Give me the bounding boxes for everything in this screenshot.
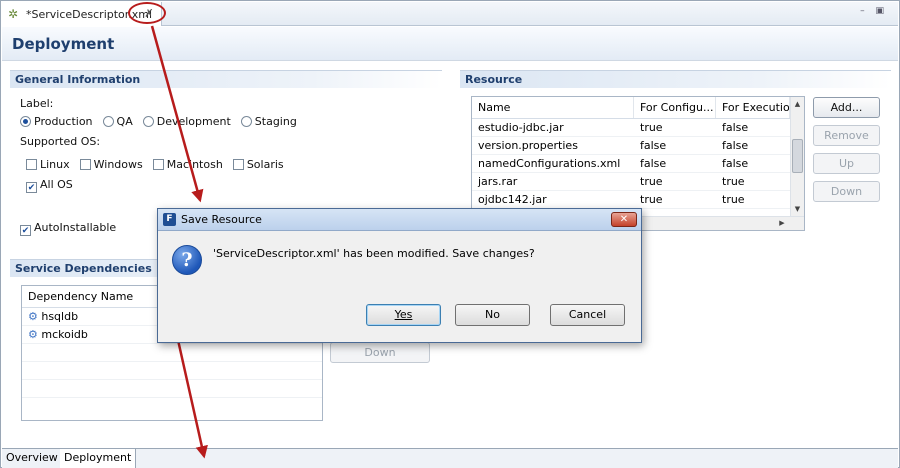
- service-icon: ⚙: [28, 310, 42, 323]
- radio-button[interactable]: [102, 116, 114, 127]
- resource-name-cell: namedConfigurations.xml: [478, 157, 621, 170]
- checkbox-linux[interactable]: Linux: [26, 158, 70, 171]
- scroll-right-arrow-icon[interactable]: ▶: [776, 217, 788, 231]
- dependency-cell: ⚙ mckoidb: [28, 328, 88, 341]
- resource-exec-cell: true: [722, 175, 745, 188]
- checkbox-windows[interactable]: Windows: [79, 158, 143, 171]
- remove-resource-button[interactable]: Remove: [813, 125, 880, 146]
- checkbox-solaris[interactable]: Solaris: [232, 158, 284, 171]
- resource-config-cell: true: [640, 121, 663, 134]
- plugin-file-icon: ✲: [8, 7, 19, 21]
- resource-config-cell: false: [640, 139, 667, 152]
- checkbox[interactable]: [232, 159, 244, 170]
- table-row[interactable]: [22, 380, 322, 398]
- resource-exec-cell: false: [722, 121, 749, 134]
- table-row[interactable]: estudio-jdbc.jar true false: [472, 119, 804, 137]
- save-resource-dialog: F Save Resource ✕ ? 'ServiceDescriptor.x…: [157, 208, 642, 343]
- cancel-button[interactable]: Cancel: [550, 304, 625, 326]
- page-title: Deployment: [12, 35, 115, 53]
- tab-overview[interactable]: Overview: [2, 449, 63, 468]
- vertical-scrollbar[interactable]: ▲ ▼: [790, 97, 804, 216]
- table-row[interactable]: jars.rar true true: [472, 173, 804, 191]
- resource-name-cell: estudio-jdbc.jar: [478, 121, 564, 134]
- resource-name-cell: version.properties: [478, 139, 578, 152]
- service-icon: ⚙: [28, 328, 42, 341]
- no-button[interactable]: No: [455, 304, 530, 326]
- label-radio-group: Production QA Development Staging: [20, 115, 307, 128]
- scroll-down-arrow-icon[interactable]: ▼: [791, 202, 804, 216]
- checkbox-autoinstallable[interactable]: ✔ AutoInstallable: [20, 221, 116, 236]
- radio-production[interactable]: Production: [20, 115, 93, 128]
- annotation-circle: [128, 2, 166, 24]
- radio-qa[interactable]: QA: [102, 115, 133, 128]
- radio-button[interactable]: [142, 116, 154, 127]
- resource-config-cell: true: [640, 193, 663, 206]
- column-for-configuration[interactable]: For Configu...: [634, 97, 716, 118]
- radio-development[interactable]: Development: [142, 115, 231, 128]
- dialog-title: Save Resource: [181, 213, 262, 226]
- os-checkbox-group: Linux Windows Macintosh Solaris: [26, 158, 294, 171]
- tab-deployment[interactable]: Deployment: [60, 449, 137, 468]
- table-row[interactable]: [22, 362, 322, 380]
- dialog-message: 'ServiceDescriptor.xml' has been modifie…: [213, 247, 535, 260]
- resource-name-cell: jars.rar: [478, 175, 518, 188]
- dialog-close-button[interactable]: ✕: [611, 212, 637, 227]
- checkbox[interactable]: [79, 159, 91, 170]
- dependency-down-button[interactable]: Down: [330, 342, 430, 363]
- checkbox[interactable]: [152, 159, 164, 170]
- supported-os-caption: Supported OS:: [20, 135, 101, 148]
- table-row[interactable]: version.properties false false: [472, 137, 804, 155]
- resource-name-cell: ojdbc142.jar: [478, 193, 547, 206]
- checkbox-checked[interactable]: ✔: [26, 182, 37, 193]
- radio-button[interactable]: [240, 116, 252, 127]
- question-icon: ?: [172, 245, 202, 275]
- yes-button[interactable]: Yes: [366, 304, 441, 326]
- yes-button-label: Yes: [394, 308, 413, 321]
- app-icon: F: [163, 213, 176, 226]
- up-resource-button[interactable]: Up: [813, 153, 880, 174]
- down-resource-button[interactable]: Down: [813, 181, 880, 202]
- scroll-thumb[interactable]: [792, 139, 803, 173]
- resource-exec-cell: false: [722, 139, 749, 152]
- checkbox[interactable]: [26, 159, 37, 170]
- form-page-tabs: Overview Deployment: [2, 448, 898, 468]
- checkbox-all-os[interactable]: ✔ All OS: [26, 178, 73, 193]
- resource-exec-cell: true: [722, 193, 745, 206]
- resource-config-cell: true: [640, 175, 663, 188]
- radio-staging[interactable]: Staging: [240, 115, 297, 128]
- window-controls[interactable]: – ▣: [860, 6, 888, 16]
- table-header: Name For Configu... For Execution: [472, 97, 804, 119]
- column-name[interactable]: Name: [472, 97, 634, 118]
- column-for-execution[interactable]: For Execution: [716, 97, 790, 118]
- table-row[interactable]: ojdbc142.jar true true: [472, 191, 804, 209]
- table-row[interactable]: namedConfigurations.xml false false: [472, 155, 804, 173]
- checkbox-checked[interactable]: ✔: [20, 225, 31, 236]
- resource-heading[interactable]: Resource: [460, 70, 891, 88]
- checkbox-macintosh[interactable]: Macintosh: [152, 158, 223, 171]
- resource-exec-cell: false: [722, 157, 749, 170]
- dependency-cell: ⚙ hsqldb: [28, 310, 79, 323]
- table-row[interactable]: [22, 344, 322, 362]
- general-information-heading[interactable]: General Information: [10, 70, 442, 88]
- radio-button[interactable]: [20, 116, 31, 127]
- label-caption: Label:: [20, 97, 54, 110]
- add-resource-button[interactable]: Add...: [813, 97, 880, 118]
- dialog-title-bar[interactable]: F Save Resource ✕: [158, 209, 641, 231]
- resource-config-cell: false: [640, 157, 667, 170]
- scroll-up-arrow-icon[interactable]: ▲: [791, 97, 804, 111]
- form-header: Deployment: [2, 27, 898, 61]
